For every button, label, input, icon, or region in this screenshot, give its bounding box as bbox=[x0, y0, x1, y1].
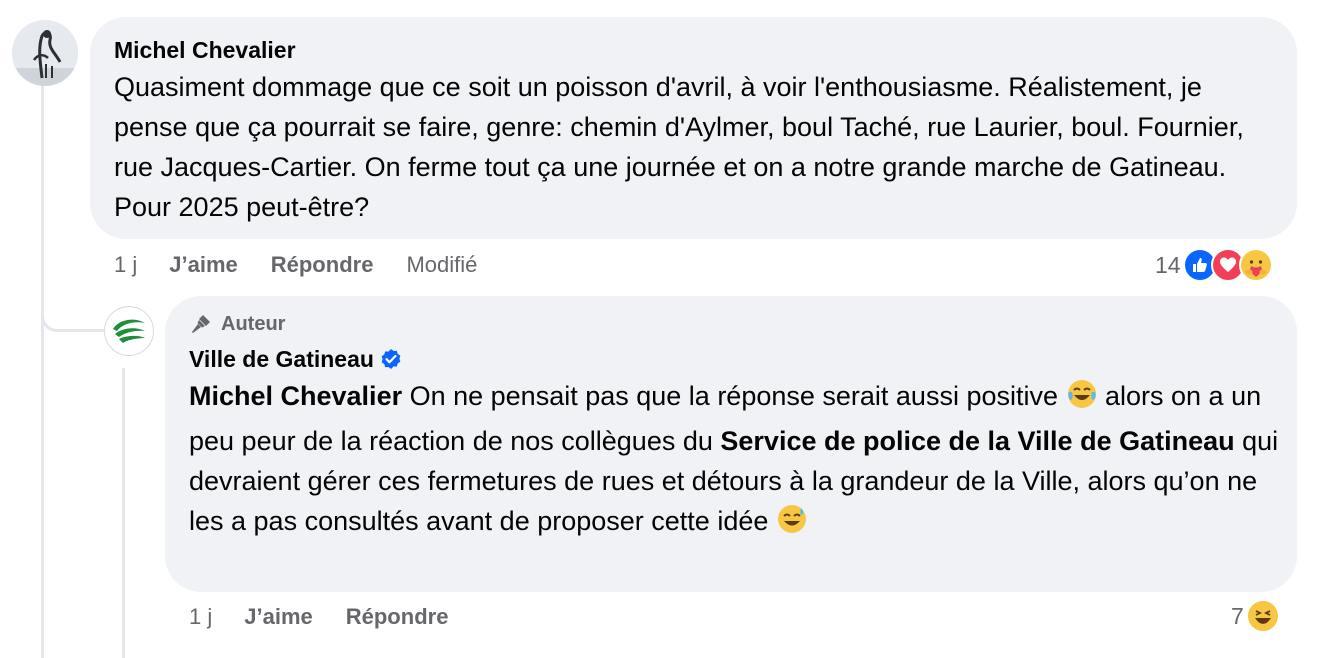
thread-elbow-line bbox=[41, 290, 107, 332]
reply-timestamp[interactable]: 1 j bbox=[189, 604, 212, 630]
edited-label[interactable]: Modifié bbox=[406, 252, 477, 278]
author-badge: Auteur bbox=[189, 310, 1273, 338]
reply-bubble: Auteur Ville de Gatineau Michel Chevalie… bbox=[165, 296, 1297, 592]
comment-author[interactable]: Michel Chevalier bbox=[114, 35, 1273, 65]
reply-reaction-summary[interactable]: 7 bbox=[1231, 598, 1280, 634]
sculpture-photo-icon bbox=[12, 20, 78, 86]
reply-button[interactable]: Répondre bbox=[271, 252, 374, 278]
care-icon bbox=[1238, 248, 1273, 282]
reply-reply-button[interactable]: Répondre bbox=[346, 604, 449, 630]
reply-like-button[interactable]: J’aime bbox=[244, 604, 313, 630]
thread-line bbox=[41, 86, 44, 658]
comment-thread: Michel Chevalier Quasiment dommage que c… bbox=[0, 0, 1322, 658]
verified-badge-icon bbox=[380, 348, 402, 370]
avatar-michel-chevalier[interactable] bbox=[12, 20, 78, 86]
like-button[interactable]: J’aime bbox=[169, 252, 238, 278]
gatineau-logo-icon bbox=[106, 308, 152, 354]
reply-thread-line bbox=[122, 368, 125, 658]
comment-timestamp[interactable]: 1 j bbox=[114, 252, 137, 278]
tears-of-joy-emoji-icon bbox=[1066, 378, 1098, 421]
comment-bubble: Michel Chevalier Quasiment dommage que c… bbox=[90, 17, 1297, 239]
reply-text: Michel Chevalier On ne pensait pas que l… bbox=[189, 376, 1279, 546]
reply-author: Ville de Gatineau bbox=[189, 344, 1273, 374]
reply-bold-phrase: Service de police de la Ville de Gatinea… bbox=[720, 426, 1235, 456]
comment-actions: 1 j J’aime Répondre Modifié bbox=[114, 250, 477, 280]
reply-reaction-count: 7 bbox=[1231, 602, 1244, 629]
author-badge-label: Auteur bbox=[221, 312, 286, 335]
haha-icon bbox=[1245, 599, 1280, 633]
reply-text-part-1: On ne pensait pas que la réponse serait … bbox=[402, 381, 1066, 411]
reaction-count: 14 bbox=[1155, 251, 1181, 278]
reaction-summary[interactable]: 14 bbox=[1155, 247, 1273, 283]
sweat-smile-emoji-icon bbox=[776, 503, 808, 546]
mention-link[interactable]: Michel Chevalier bbox=[189, 381, 402, 411]
microphone-icon bbox=[192, 315, 210, 333]
avatar-ville-de-gatineau[interactable] bbox=[104, 306, 154, 356]
comment-text: Quasiment dommage que ce soit un poisson… bbox=[114, 72, 1244, 222]
reply-actions: 1 j J’aime Répondre bbox=[189, 602, 481, 632]
reply-author-name[interactable]: Ville de Gatineau bbox=[189, 344, 374, 374]
